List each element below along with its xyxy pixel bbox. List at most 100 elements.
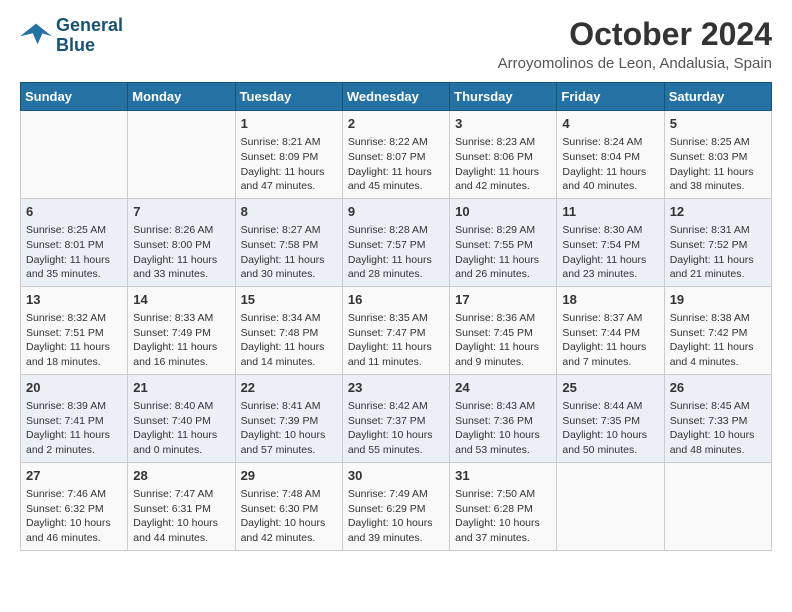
day-number: 29: [241, 467, 337, 485]
day-info: Sunrise: 8:23 AM Sunset: 8:06 PM Dayligh…: [455, 135, 551, 194]
day-cell: 20 Sunrise: 8:39 AM Sunset: 7:41 PM Dayli…: [21, 374, 128, 462]
logo: General Blue: [20, 16, 123, 56]
day-cell: 22 Sunrise: 8:41 AM Sunset: 7:39 PM Dayli…: [235, 374, 342, 462]
day-cell: 6 Sunrise: 8:25 AM Sunset: 8:01 PM Daylig…: [21, 198, 128, 286]
day-header-thursday: Thursday: [450, 83, 557, 111]
day-cell: 24 Sunrise: 8:43 AM Sunset: 7:36 PM Dayli…: [450, 374, 557, 462]
month-title: October 2024: [498, 16, 772, 53]
day-cell: 14Sunrise: 8:33 AM Sunset: 7:49 PM Dayli…: [128, 286, 235, 374]
day-cell: [128, 111, 235, 199]
day-cell: 5 Sunrise: 8:25 AM Sunset: 8:03 PM Daylig…: [664, 111, 771, 199]
week-row-2: 13 Sunrise: 8:32 AM Sunset: 7:51 PM Dayli…: [21, 286, 772, 374]
day-info: Sunrise: 8:28 AM Sunset: 7:57 PM Dayligh…: [348, 223, 444, 282]
day-header-monday: Monday: [128, 83, 235, 111]
day-info: Sunrise: 8:45 AM Sunset: 7:33 PM Dayligh…: [670, 399, 766, 458]
day-cell: 21 Sunrise: 8:40 AM Sunset: 7:40 PM Dayli…: [128, 374, 235, 462]
calendar-body: 1 Sunrise: 8:21 AM Sunset: 8:09 PM Daylig…: [21, 111, 772, 551]
day-info: Sunrise: 8:29 AM Sunset: 7:55 PM Dayligh…: [455, 223, 551, 282]
logo-bird-icon: [20, 22, 52, 50]
day-number: 4: [562, 115, 658, 133]
day-cell: 27Sunrise: 7:46 AM Sunset: 6:32 PM Dayli…: [21, 462, 128, 550]
day-info: Sunrise: 8:34 AM Sunset: 7:48 PM Dayligh…: [241, 311, 337, 370]
day-info: Sunrise: 8:27 AM Sunset: 7:58 PM Dayligh…: [241, 223, 337, 282]
day-number: 13: [26, 291, 122, 309]
day-info: Sunrise: 8:41 AM Sunset: 7:39 PM Dayligh…: [241, 399, 337, 458]
day-info: Sunrise: 8:25 AM Sunset: 8:01 PM Dayligh…: [26, 223, 122, 282]
day-info: Sunrise: 8:40 AM Sunset: 7:40 PM Dayligh…: [133, 399, 229, 458]
calendar: SundayMondayTuesdayWednesdayThursdayFrid…: [20, 82, 772, 551]
logo-line1: General: [56, 16, 123, 36]
day-info: Sunrise: 8:31 AM Sunset: 7:52 PM Dayligh…: [670, 223, 766, 282]
day-cell: 25 Sunrise: 8:44 AM Sunset: 7:35 PM Dayli…: [557, 374, 664, 462]
day-cell: 31Sunrise: 7:50 AM Sunset: 6:28 PM Dayli…: [450, 462, 557, 550]
day-info: Sunrise: 8:21 AM Sunset: 8:09 PM Dayligh…: [241, 135, 337, 194]
day-info: Sunrise: 8:22 AM Sunset: 8:07 PM Dayligh…: [348, 135, 444, 194]
day-cell: 19 Sunrise: 8:38 AM Sunset: 7:42 PM Dayli…: [664, 286, 771, 374]
day-number: 25: [562, 379, 658, 397]
day-number: 5: [670, 115, 766, 133]
day-number: 3: [455, 115, 551, 133]
day-header-tuesday: Tuesday: [235, 83, 342, 111]
day-cell: 7 Sunrise: 8:26 AM Sunset: 8:00 PM Daylig…: [128, 198, 235, 286]
day-cell: 16Sunrise: 8:35 AM Sunset: 7:47 PM Dayli…: [342, 286, 449, 374]
day-cell: 28Sunrise: 7:47 AM Sunset: 6:31 PM Dayli…: [128, 462, 235, 550]
day-cell: 4 Sunrise: 8:24 AM Sunset: 8:04 PM Daylig…: [557, 111, 664, 199]
day-header-sunday: Sunday: [21, 83, 128, 111]
day-cell: 12Sunrise: 8:31 AM Sunset: 7:52 PM Dayli…: [664, 198, 771, 286]
day-info: Sunrise: 8:24 AM Sunset: 8:04 PM Dayligh…: [562, 135, 658, 194]
day-number: 6: [26, 203, 122, 221]
day-number: 21: [133, 379, 229, 397]
day-number: 20: [26, 379, 122, 397]
day-cell: 18Sunrise: 8:37 AM Sunset: 7:44 PM Dayli…: [557, 286, 664, 374]
day-info: Sunrise: 7:48 AM Sunset: 6:30 PM Dayligh…: [241, 487, 337, 546]
header-row: SundayMondayTuesdayWednesdayThursdayFrid…: [21, 83, 772, 111]
day-info: Sunrise: 8:26 AM Sunset: 8:00 PM Dayligh…: [133, 223, 229, 282]
day-info: Sunrise: 8:38 AM Sunset: 7:42 PM Dayligh…: [670, 311, 766, 370]
day-cell: 2 Sunrise: 8:22 AM Sunset: 8:07 PM Daylig…: [342, 111, 449, 199]
day-header-friday: Friday: [557, 83, 664, 111]
day-cell: 15 Sunrise: 8:34 AM Sunset: 7:48 PM Dayli…: [235, 286, 342, 374]
calendar-header: SundayMondayTuesdayWednesdayThursdayFrid…: [21, 83, 772, 111]
day-cell: 1 Sunrise: 8:21 AM Sunset: 8:09 PM Daylig…: [235, 111, 342, 199]
day-number: 8: [241, 203, 337, 221]
day-info: Sunrise: 8:44 AM Sunset: 7:35 PM Dayligh…: [562, 399, 658, 458]
day-number: 16: [348, 291, 444, 309]
day-number: 17: [455, 291, 551, 309]
header: General Blue October 2024 Arroyomolinos …: [20, 16, 772, 72]
week-row-0: 1 Sunrise: 8:21 AM Sunset: 8:09 PM Daylig…: [21, 111, 772, 199]
week-row-1: 6 Sunrise: 8:25 AM Sunset: 8:01 PM Daylig…: [21, 198, 772, 286]
day-cell: [664, 462, 771, 550]
day-cell: [21, 111, 128, 199]
day-number: 22: [241, 379, 337, 397]
day-number: 15: [241, 291, 337, 309]
day-info: Sunrise: 8:32 AM Sunset: 7:51 PM Dayligh…: [26, 311, 122, 370]
day-number: 11: [562, 203, 658, 221]
day-info: Sunrise: 7:46 AM Sunset: 6:32 PM Dayligh…: [26, 487, 122, 546]
day-info: Sunrise: 8:43 AM Sunset: 7:36 PM Dayligh…: [455, 399, 551, 458]
day-info: Sunrise: 8:25 AM Sunset: 8:03 PM Dayligh…: [670, 135, 766, 194]
day-cell: 23Sunrise: 8:42 AM Sunset: 7:37 PM Dayli…: [342, 374, 449, 462]
day-cell: 3 Sunrise: 8:23 AM Sunset: 8:06 PM Daylig…: [450, 111, 557, 199]
day-cell: [557, 462, 664, 550]
week-row-3: 20 Sunrise: 8:39 AM Sunset: 7:41 PM Dayli…: [21, 374, 772, 462]
day-number: 24: [455, 379, 551, 397]
day-number: 19: [670, 291, 766, 309]
day-info: Sunrise: 8:39 AM Sunset: 7:41 PM Dayligh…: [26, 399, 122, 458]
day-number: 26: [670, 379, 766, 397]
day-cell: 10Sunrise: 8:29 AM Sunset: 7:55 PM Dayli…: [450, 198, 557, 286]
day-number: 1: [241, 115, 337, 133]
day-cell: 17Sunrise: 8:36 AM Sunset: 7:45 PM Dayli…: [450, 286, 557, 374]
day-header-wednesday: Wednesday: [342, 83, 449, 111]
day-number: 2: [348, 115, 444, 133]
day-info: Sunrise: 8:30 AM Sunset: 7:54 PM Dayligh…: [562, 223, 658, 282]
day-info: Sunrise: 7:49 AM Sunset: 6:29 PM Dayligh…: [348, 487, 444, 546]
location-title: Arroyomolinos de Leon, Andalusia, Spain: [498, 55, 772, 72]
day-info: Sunrise: 7:47 AM Sunset: 6:31 PM Dayligh…: [133, 487, 229, 546]
day-cell: 30Sunrise: 7:49 AM Sunset: 6:29 PM Dayli…: [342, 462, 449, 550]
day-info: Sunrise: 8:37 AM Sunset: 7:44 PM Dayligh…: [562, 311, 658, 370]
day-cell: 13 Sunrise: 8:32 AM Sunset: 7:51 PM Dayli…: [21, 286, 128, 374]
day-number: 7: [133, 203, 229, 221]
logo-line2: Blue: [56, 36, 123, 56]
day-number: 9: [348, 203, 444, 221]
day-info: Sunrise: 8:33 AM Sunset: 7:49 PM Dayligh…: [133, 311, 229, 370]
